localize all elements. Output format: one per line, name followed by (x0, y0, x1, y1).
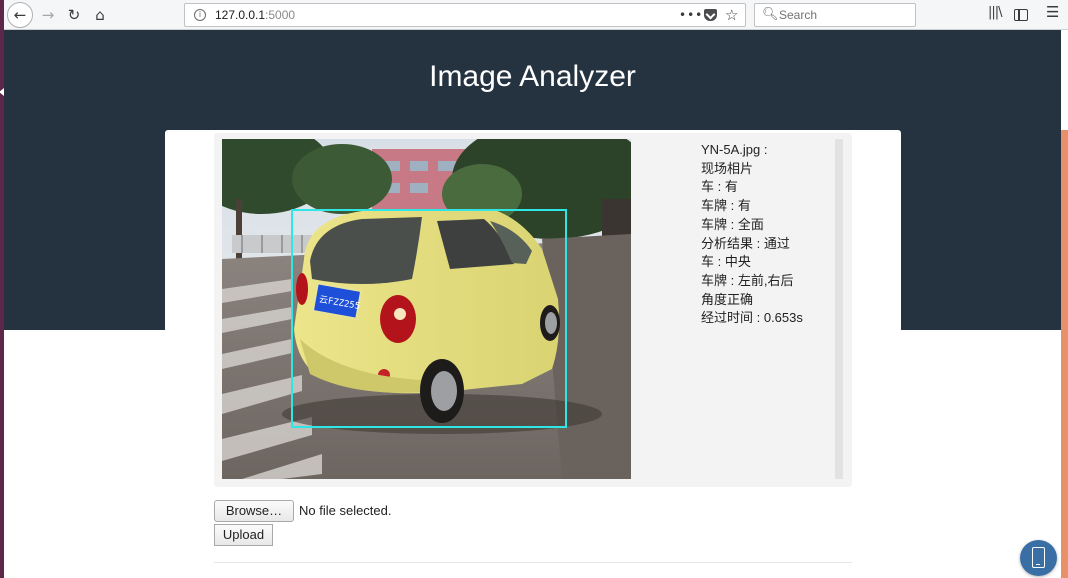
search-input[interactable] (779, 7, 909, 23)
car-photo-image: 云FZZ255 (222, 139, 631, 479)
home-icon[interactable]: ⌂ (88, 3, 112, 27)
url-port: :5000 (265, 8, 296, 22)
pocket-icon[interactable] (704, 9, 717, 21)
result-line: 分析结果 : 通过 (701, 235, 790, 251)
floating-phone-button[interactable] (1020, 540, 1057, 576)
site-info-icon[interactable]: i (194, 9, 206, 21)
desktop-wallpaper-strip (1061, 130, 1068, 578)
desktop-right-edge (1061, 30, 1068, 578)
star-icon[interactable]: ☆ (725, 6, 738, 24)
browse-button[interactable]: Browse… (214, 500, 294, 522)
result-line: 车 : 中央 (701, 254, 751, 270)
result-line: 经过时间 : 0.653s (701, 310, 803, 326)
divider (214, 562, 852, 563)
result-line: 车牌 : 全面 (701, 216, 764, 232)
upload-button[interactable]: Upload (214, 524, 273, 546)
forward-arrow-icon[interactable]: → (36, 3, 60, 27)
result-line: 车牌 : 左前,右后 (701, 272, 794, 288)
result-line: 车牌 : 有 (701, 198, 751, 214)
url-bar[interactable]: i 127.0.0.1:5000 ••• ☆ (184, 3, 746, 27)
analyzer-card: 云FZZ255 YN-5A.jpg : 现场相片 车 : 有 车牌 : 有 车牌… (165, 130, 901, 578)
result-panel: 云FZZ255 YN-5A.jpg : 现场相片 车 : 有 车牌 : 有 车牌… (214, 133, 852, 487)
page-title: Image Analyzer (429, 60, 636, 93)
page-actions-icon[interactable]: ••• (679, 8, 703, 22)
back-arrow-icon[interactable]: ← (7, 2, 33, 28)
hamburger-menu-icon[interactable]: ☰ (1046, 3, 1059, 21)
result-line: 车 : 有 (701, 179, 738, 195)
analyzed-photo: 云FZZ255 (222, 139, 631, 479)
url-host: 127.0.0.1 (215, 8, 266, 22)
reload-icon[interactable]: ↻ (62, 3, 86, 27)
url-text[interactable]: 127.0.0.1:5000 (215, 8, 295, 22)
result-line: 现场相片 (701, 160, 754, 176)
phone-icon (1032, 547, 1045, 568)
browser-toolbar: ← → ↻ ⌂ i 127.0.0.1:5000 ••• ☆ 🔍︎ |||\ ☰ (4, 0, 1068, 30)
file-status-text: No file selected. (299, 503, 392, 518)
search-icon: 🔍︎ (762, 7, 779, 22)
library-icon[interactable]: |||\ (988, 5, 1002, 20)
result-line: YN-5A.jpg : (701, 142, 768, 157)
sidebar-icon[interactable] (1014, 9, 1028, 21)
result-scrollbar[interactable] (835, 139, 843, 479)
result-line: 角度正确 (701, 291, 754, 307)
search-bar[interactable]: 🔍︎ (754, 3, 916, 27)
analysis-result-text: YN-5A.jpg : 现场相片 车 : 有 车牌 : 有 车牌 : 全面 分析… (701, 141, 803, 328)
